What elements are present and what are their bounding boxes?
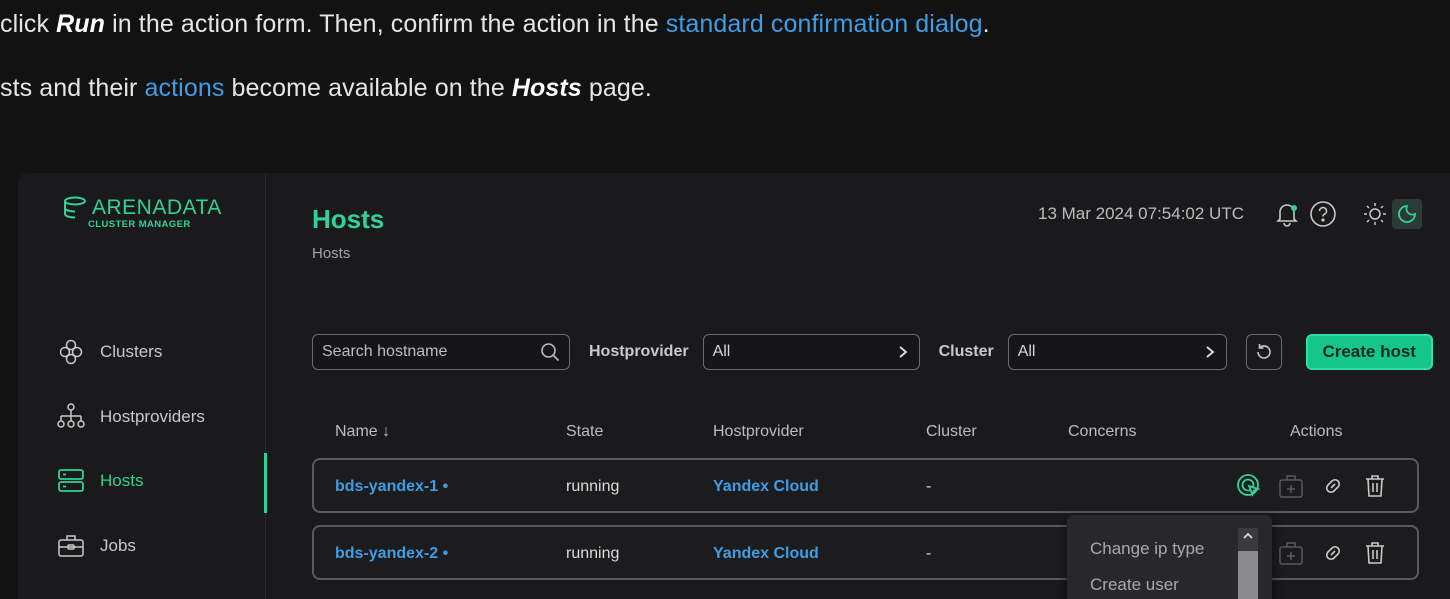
menu-item-change-ip-type[interactable]: Change ip type <box>1090 539 1204 559</box>
sidebar-item-hostproviders[interactable]: Hostproviders <box>56 402 205 432</box>
column-header-name[interactable]: Name ↓ <box>335 423 390 441</box>
reset-filters-button[interactable] <box>1245 334 1282 370</box>
doc-confirmation-dialog-link[interactable]: standard confirmation dialog <box>666 10 983 38</box>
host-state: running <box>566 478 620 495</box>
link-icon[interactable] <box>1319 472 1347 500</box>
row-actions <box>1277 539 1389 567</box>
cluster-select[interactable]: All <box>1007 334 1227 370</box>
hostprovider-filter-label: Hostprovider <box>589 343 689 360</box>
link-icon[interactable] <box>1319 539 1347 567</box>
menu-item-create-user[interactable]: Create user <box>1090 575 1179 595</box>
logo-subtitle: CLUSTER MANAGER <box>88 219 191 230</box>
breadcrumb[interactable]: Hosts <box>312 245 350 262</box>
filters-bar: Search hostname Hostprovider All Cluster… <box>312 334 1433 370</box>
scroll-up-chevron-icon[interactable] <box>1242 531 1254 541</box>
hostproviders-icon <box>57 403 85 428</box>
search-icon <box>541 343 560 362</box>
sidebar-item-clusters[interactable]: Clusters <box>56 337 162 367</box>
delete-trash-icon[interactable] <box>1361 472 1389 500</box>
sidebar: ARENADATA CLUSTER MANAGER Clusters Hostp… <box>18 173 267 599</box>
delete-trash-icon[interactable] <box>1361 539 1389 567</box>
notifications-bell-icon[interactable] <box>1272 199 1302 229</box>
sidebar-item-label: Hostproviders <box>100 407 205 426</box>
doc-actions-link[interactable]: actions <box>145 74 225 102</box>
column-header-concerns: Concerns <box>1068 423 1137 440</box>
jobs-icon <box>58 535 84 557</box>
adcm-app-window: ARENADATA CLUSTER MANAGER Clusters Hostp… <box>18 173 1450 599</box>
dark-theme-moon-icon[interactable] <box>1392 199 1422 229</box>
hostprovider-link[interactable]: Yandex Cloud <box>713 478 819 496</box>
cluster-filter-label: Cluster <box>938 343 994 360</box>
refresh-icon <box>1256 344 1271 359</box>
row-actions <box>1235 472 1389 500</box>
main-content: Hosts Hosts 13 Mar 2024 07:54:02 UTC Sea… <box>267 173 1450 599</box>
add-to-cluster-icon[interactable] <box>1277 472 1305 500</box>
hostprovider-select-value: All <box>712 343 731 360</box>
sidebar-item-hosts[interactable]: Hosts <box>56 466 143 496</box>
sidebar-item-label: Clusters <box>100 342 163 361</box>
chevron-right-icon <box>1206 346 1215 358</box>
host-name-link[interactable]: bds-yandex-1 • <box>335 478 448 496</box>
run-action-icon[interactable] <box>1235 472 1263 500</box>
create-host-button[interactable]: Create host <box>1305 334 1433 370</box>
hosts-icon <box>58 469 84 492</box>
light-theme-sun-icon[interactable] <box>1360 199 1390 229</box>
database-logo-icon <box>64 196 86 219</box>
logo-wordmark: ARENADATA <box>92 196 222 219</box>
column-header-actions: Actions <box>1290 423 1343 440</box>
column-header-hostprovider: Hostprovider <box>713 423 804 440</box>
sidebar-item-label: Jobs <box>100 536 136 555</box>
search-input[interactable]: Search hostname <box>312 334 570 370</box>
doc-line-2: sts and their actions become available o… <box>0 74 652 102</box>
column-header-state: State <box>566 423 604 440</box>
doc-run-label: Run <box>56 10 106 38</box>
topbar: 13 Mar 2024 07:54:02 UTC <box>1038 199 1422 229</box>
host-cluster: - <box>926 545 932 562</box>
arenadata-logo[interactable]: ARENADATA CLUSTER MANAGER <box>62 195 222 230</box>
add-to-cluster-icon[interactable] <box>1277 539 1305 567</box>
host-state: running <box>566 545 620 562</box>
clusters-icon <box>59 339 83 365</box>
menu-scrollbar-thumb[interactable] <box>1238 551 1258 599</box>
search-placeholder: Search hostname <box>322 343 448 360</box>
server-datetime: 13 Mar 2024 07:54:02 UTC <box>1037 204 1244 223</box>
doc-hosts-label: Hosts <box>511 74 582 102</box>
actions-dropdown-menu: Change ip type Create user <box>1067 515 1272 599</box>
page-title: Hosts <box>312 204 385 234</box>
host-name-link[interactable]: bds-yandex-2 • <box>335 545 448 563</box>
sidebar-item-label: Hosts <box>100 471 144 490</box>
chevron-right-icon <box>899 346 907 358</box>
table-row: bds-yandex-1 • running Yandex Cloud - <box>312 458 1419 513</box>
cluster-select-value: All <box>1017 343 1036 360</box>
doc-line-1: click Run in the action form. Then, conf… <box>0 10 990 38</box>
help-icon[interactable] <box>1308 199 1338 229</box>
column-header-cluster: Cluster <box>926 423 977 440</box>
hostprovider-select[interactable]: All <box>702 334 920 370</box>
host-cluster: - <box>926 478 932 495</box>
sidebar-item-jobs[interactable]: Jobs <box>56 531 136 561</box>
hostprovider-link[interactable]: Yandex Cloud <box>713 545 819 563</box>
